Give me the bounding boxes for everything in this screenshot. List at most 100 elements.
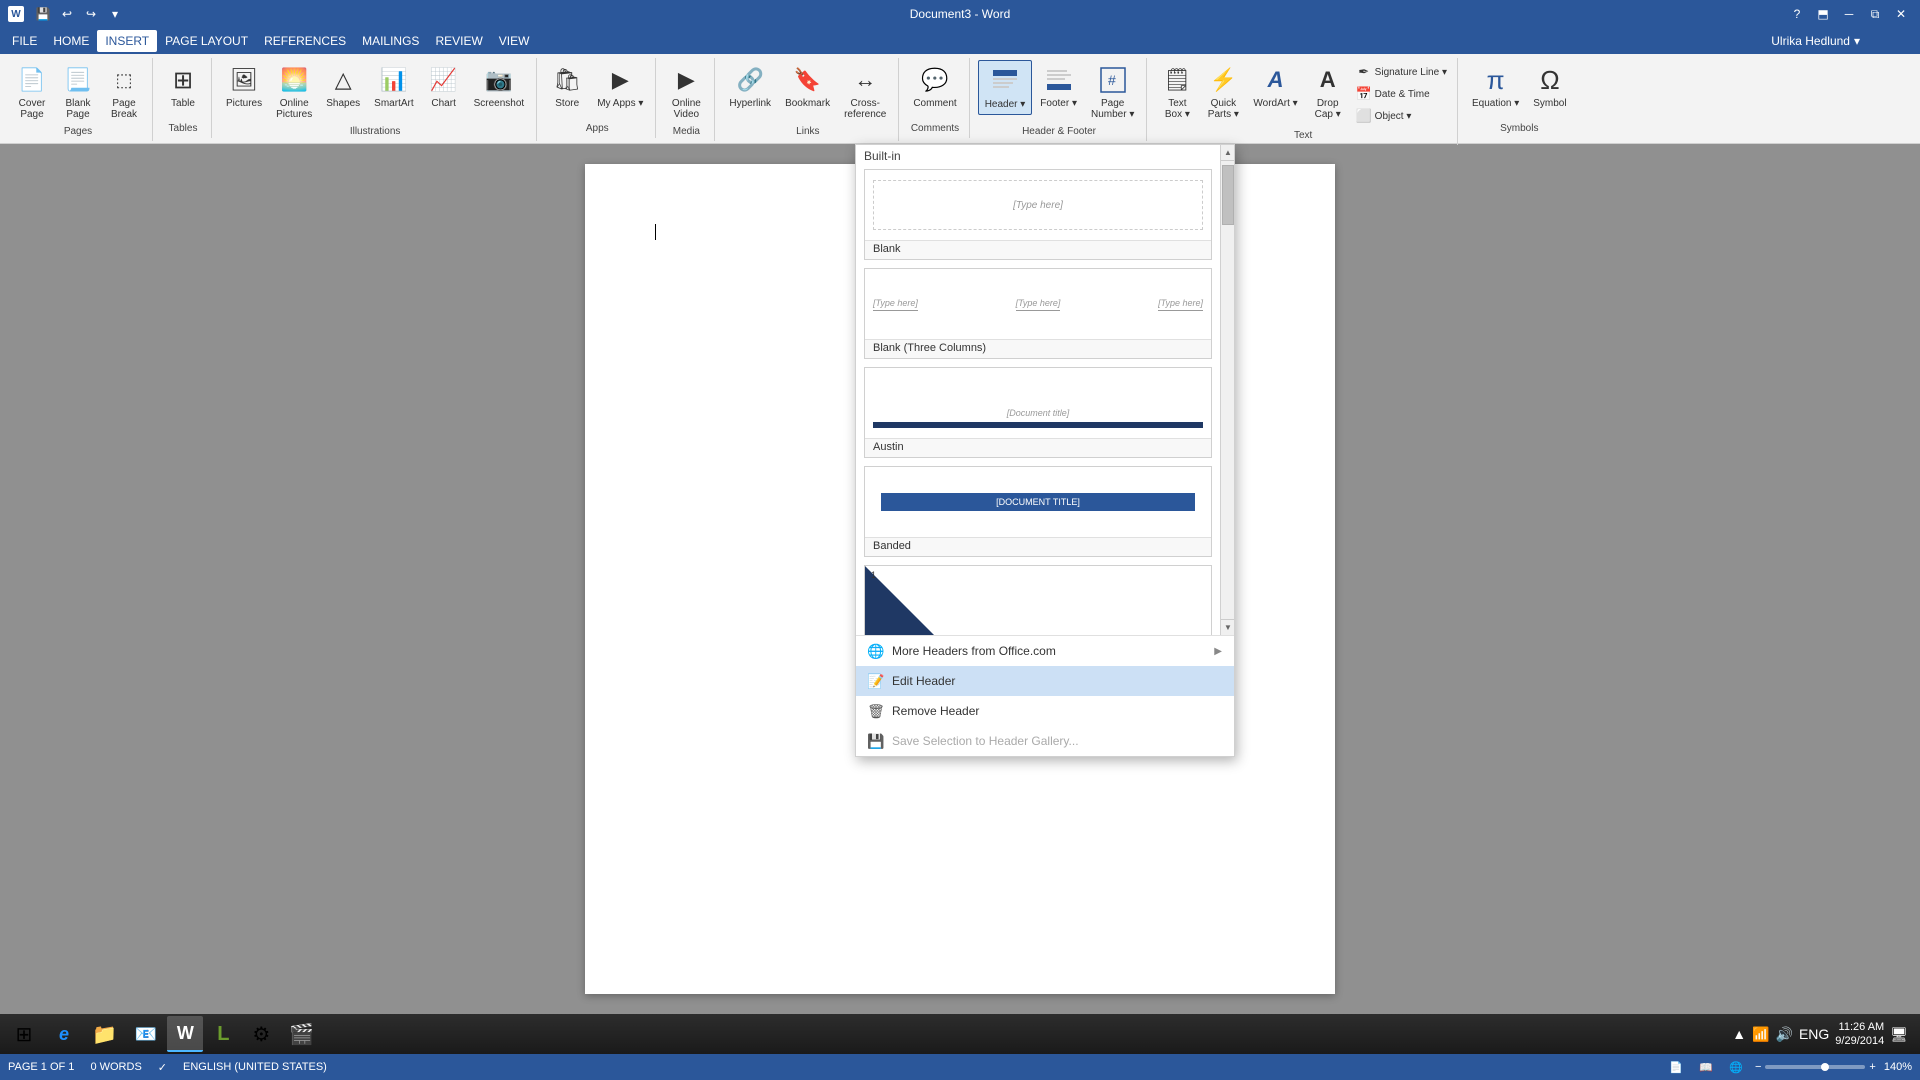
volume-icon[interactable]: 🔊 — [1776, 1026, 1793, 1043]
object-button[interactable]: ⬜ Object ▾ — [1352, 106, 1451, 126]
save-selection-label: Save Selection to Header Gallery... — [892, 734, 1079, 748]
my-apps-button[interactable]: ▶ My Apps ▾ — [591, 60, 649, 113]
restore-button[interactable]: ⧉ — [1864, 3, 1886, 25]
smartart-button[interactable]: 📊 SmartArt — [368, 60, 419, 113]
signature-line-button[interactable]: ✒ Signature Line ▾ — [1352, 62, 1451, 82]
header-austin-item[interactable]: [Document title] Austin — [864, 367, 1212, 458]
comment-button[interactable]: 💬 Comment — [907, 60, 962, 113]
read-mode-view-button[interactable]: 📖 — [1695, 1056, 1717, 1078]
menu-references[interactable]: REFERENCES — [256, 30, 354, 52]
store-button[interactable]: 🛍 Store — [545, 60, 589, 113]
ribbon-group-links: 🔗 Hyperlink 🔖 Bookmark ↔ Cross-reference… — [717, 58, 899, 141]
online-pictures-button[interactable]: 🌅 OnlinePictures — [270, 60, 318, 124]
outlook-icon: 📧 — [135, 1024, 157, 1045]
ie-icon: e — [59, 1024, 69, 1045]
page-number-icon: # — [1097, 64, 1129, 96]
pictures-button[interactable]: 🖼 Pictures — [220, 60, 268, 113]
header-button[interactable]: Header ▾ — [978, 60, 1033, 115]
menu-file[interactable]: FILE — [4, 30, 45, 52]
taskbar-explorer[interactable]: 📁 — [84, 1016, 125, 1052]
taskbar-outlook[interactable]: 📧 — [127, 1016, 165, 1052]
minimize-button[interactable]: ─ — [1838, 3, 1860, 25]
show-hidden-icons-button[interactable]: ▲ — [1732, 1026, 1746, 1042]
menu-page-layout[interactable]: PAGE LAYOUT — [157, 30, 256, 52]
taskbar-lync[interactable]: L — [205, 1016, 241, 1052]
footer-button[interactable]: Footer ▾ — [1034, 60, 1083, 113]
remove-header-action[interactable]: 🗑 Remove Header — [856, 696, 1234, 726]
taskbar-app6[interactable]: 🎬 — [281, 1016, 322, 1052]
table-icon: ⊞ — [167, 64, 199, 96]
web-layout-view-button[interactable]: 🌐 — [1725, 1056, 1747, 1078]
word-count: 0 WORDS — [90, 1061, 141, 1073]
header-blank-three-col-item[interactable]: [Type here] [Type here] [Type here] Blan… — [864, 268, 1212, 359]
taskbar: ⊞ e 📁 📧 W L ⚙ 🎬 ▲ 📶 🔊 ENG 11:26 AM 9/29/… — [0, 1014, 1920, 1054]
quick-parts-button[interactable]: ⚡ QuickParts ▾ — [1201, 60, 1245, 124]
quick-parts-label: QuickParts ▾ — [1208, 98, 1239, 120]
wordart-button[interactable]: A WordArt ▾ — [1247, 60, 1303, 113]
print-layout-view-button[interactable]: 📄 — [1665, 1056, 1687, 1078]
edit-header-action[interactable]: 📝 Edit Header — [856, 666, 1234, 696]
bookmark-button[interactable]: 🔖 Bookmark — [779, 60, 836, 113]
hyperlink-button[interactable]: 🔗 Hyperlink — [723, 60, 777, 113]
header-blank-three-col-preview: [Type here] [Type here] [Type here] — [865, 269, 1211, 339]
more-headers-action[interactable]: 🌐 More Headers from Office.com ▶ — [856, 636, 1234, 666]
page-number-button[interactable]: # PageNumber ▾ — [1085, 60, 1140, 124]
spelling-icon[interactable]: ✓ — [158, 1061, 167, 1074]
redo-qa-button[interactable]: ↪ — [80, 3, 102, 25]
scrollbar-thumb[interactable] — [1222, 165, 1234, 225]
close-button[interactable]: ✕ — [1890, 3, 1912, 25]
chart-button[interactable]: 📈 Chart — [422, 60, 466, 113]
text-box-button[interactable]: 🗒 TextBox ▾ — [1155, 60, 1199, 124]
show-desktop-button[interactable]: 🖥 — [1890, 1026, 1908, 1043]
drop-cap-button[interactable]: A DropCap ▾ — [1306, 60, 1350, 124]
zoom-thumb[interactable] — [1821, 1063, 1829, 1071]
taskbar-app5[interactable]: ⚙ — [243, 1016, 279, 1052]
ribbon-group-apps: 🛍 Store ▶ My Apps ▾ Apps — [539, 58, 656, 138]
taskbar-word[interactable]: W — [167, 1016, 203, 1052]
date-time-button[interactable]: 📅 Date & Time — [1352, 84, 1451, 104]
header-label: Header ▾ — [985, 99, 1026, 110]
remove-header-label: Remove Header — [892, 704, 979, 718]
menu-view[interactable]: VIEW — [491, 30, 538, 52]
menu-mailings[interactable]: MAILINGS — [354, 30, 427, 52]
zoom-in-button[interactable]: + — [1869, 1061, 1875, 1073]
cross-reference-button[interactable]: ↔ Cross-reference — [838, 60, 892, 124]
taskbar-time[interactable]: 11:26 AM 9/29/2014 — [1835, 1020, 1884, 1049]
start-button[interactable]: ⊞ — [4, 1016, 44, 1052]
language-indicator[interactable]: ENGLISH (UNITED STATES) — [183, 1061, 327, 1073]
page-break-button[interactable]: ⬚ PageBreak — [102, 60, 146, 124]
taskbar-ie[interactable]: e — [46, 1016, 82, 1052]
dropdown-scroll-area: Built-in [Type here] Blank [Type here] [… — [856, 145, 1234, 635]
undo-qa-button[interactable]: ↩ — [56, 3, 78, 25]
blank-page-button[interactable]: 📃 BlankPage — [56, 60, 100, 124]
online-video-button[interactable]: ▶ OnlineVideo — [664, 60, 708, 124]
equation-button[interactable]: π Equation ▾ — [1466, 60, 1525, 113]
table-button[interactable]: ⊞ Table — [161, 60, 205, 113]
cover-page-button[interactable]: 📄 CoverPage — [10, 60, 54, 124]
zoom-track[interactable] — [1765, 1065, 1865, 1069]
shapes-button[interactable]: △ Shapes — [320, 60, 366, 113]
network-icon[interactable]: 📶 — [1752, 1026, 1769, 1043]
header-blank-item[interactable]: [Type here] Blank — [864, 169, 1212, 260]
scrollbar-up-button[interactable]: ▲ — [1221, 145, 1234, 161]
title-bar-left: W 💾 ↩ ↪ ▾ — [8, 3, 126, 25]
help-button[interactable]: ? — [1786, 3, 1808, 25]
banded-bar: [DOCUMENT TITLE] — [881, 493, 1195, 511]
ribbon-display-button[interactable]: ⬒ — [1812, 3, 1834, 25]
zoom-out-button[interactable]: − — [1755, 1061, 1761, 1073]
header-banded-item[interactable]: [DOCUMENT TITLE] Banded — [864, 466, 1212, 557]
header-facet-even-item[interactable]: 1 Facet (Even Page) — [864, 565, 1212, 635]
symbol-icon: Ω — [1534, 64, 1566, 96]
screenshot-button[interactable]: 📷 Screenshot — [468, 60, 531, 113]
menu-review[interactable]: REVIEW — [427, 30, 490, 52]
save-qa-button[interactable]: 💾 — [32, 3, 54, 25]
customize-qa-button[interactable]: ▾ — [104, 3, 126, 25]
menu-home[interactable]: HOME — [45, 30, 97, 52]
scrollbar-down-button[interactable]: ▼ — [1221, 619, 1234, 635]
symbol-button[interactable]: Ω Symbol — [1527, 60, 1572, 113]
zoom-level[interactable]: 140% — [1884, 1061, 1912, 1073]
menu-insert[interactable]: INSERT — [97, 30, 157, 52]
user-area[interactable]: Ulrika Hedlund ▾ — [1771, 28, 1860, 54]
language-label[interactable]: ENG — [1799, 1026, 1829, 1042]
austin-title-text: [Document title] — [1007, 408, 1070, 418]
